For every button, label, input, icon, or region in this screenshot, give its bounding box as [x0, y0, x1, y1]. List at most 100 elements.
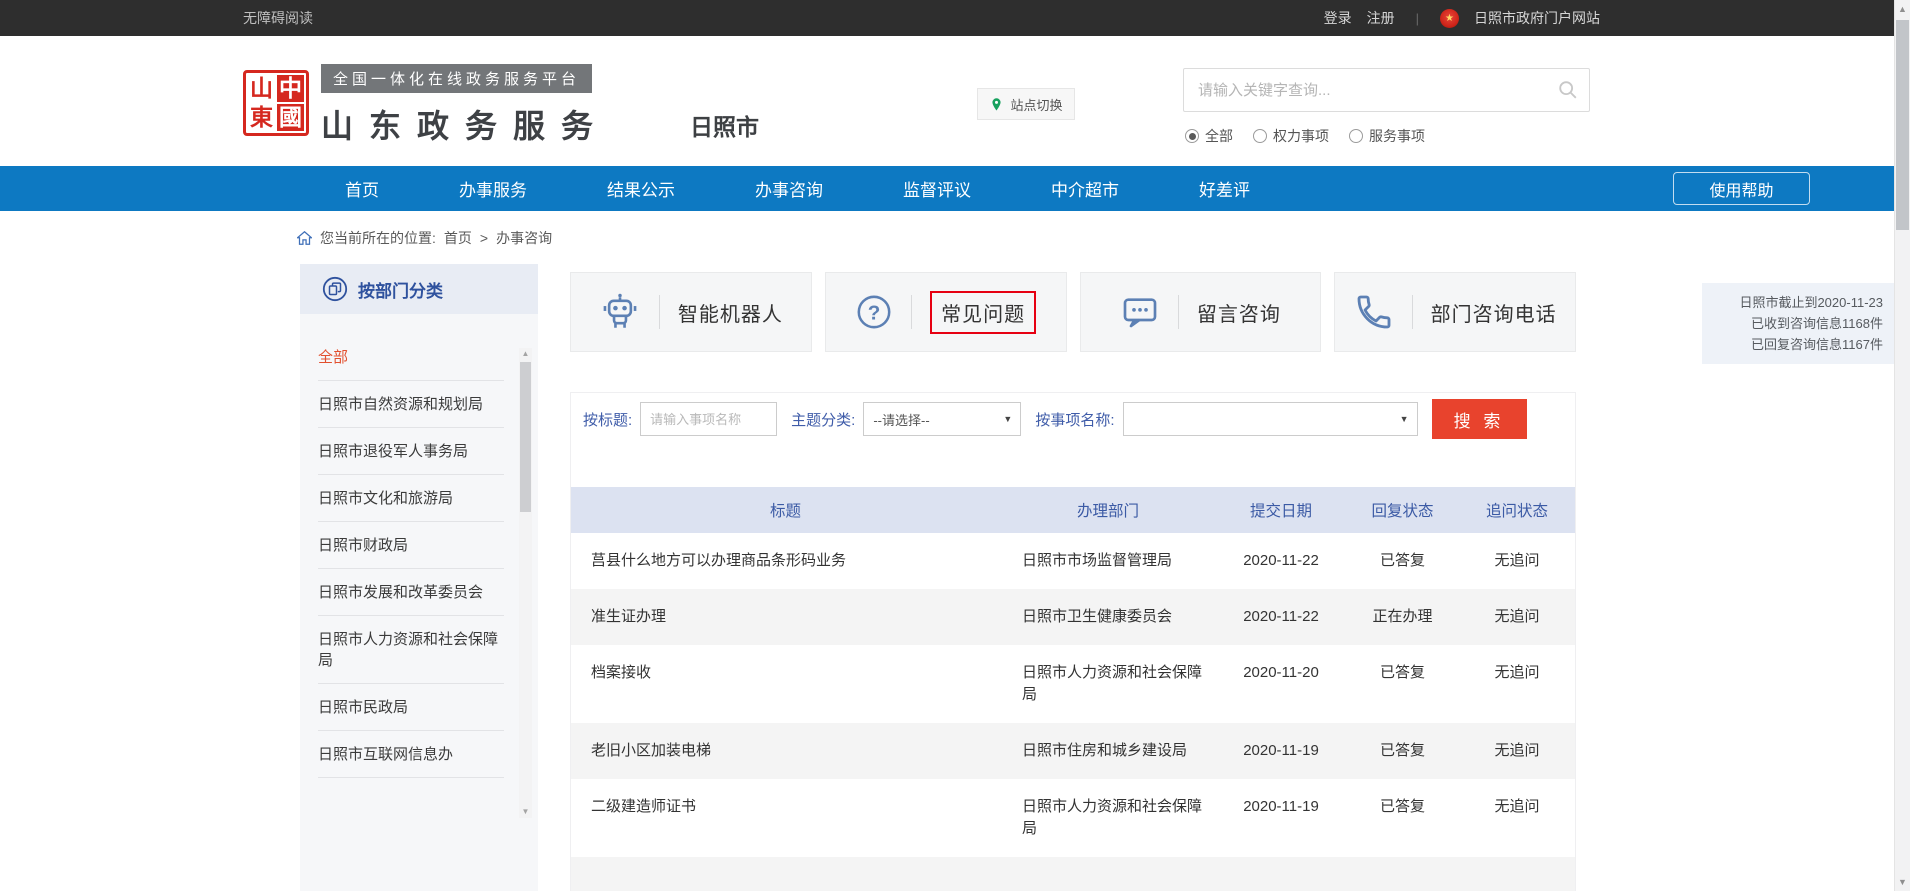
sidebar-header: 按部门分类	[300, 264, 538, 314]
scope-all[interactable]: 全部	[1185, 126, 1233, 146]
search-icon[interactable]	[1557, 79, 1579, 101]
cell-title[interactable]: 莒县什么地方可以办理商品条形码业务	[571, 533, 1000, 589]
scroll-up-icon[interactable]: ▲	[1895, 2, 1910, 16]
home-icon	[297, 231, 312, 245]
page-scroll-thumb[interactable]	[1896, 20, 1909, 230]
nav-item-consult[interactable]: 办事咨询	[755, 176, 823, 201]
breadcrumb-current[interactable]: 办事咨询	[496, 228, 552, 248]
nav-item-agency[interactable]: 中介超市	[1051, 176, 1119, 201]
seal-char: 國	[277, 104, 304, 131]
chevron-down-icon: ▼	[1003, 414, 1012, 424]
page: 无障碍阅读 登录 注册 | ★ 日照市政府门户网站 山 中 東 國 全国一体化在…	[0, 0, 1910, 891]
platform-badge: 全国一体化在线政务服务平台	[321, 64, 592, 93]
cell-date: 2020-11-22	[1216, 533, 1346, 589]
channel-message[interactable]: 留言咨询	[1080, 272, 1322, 352]
channel-faq-label: 常见问题	[930, 291, 1036, 334]
nav-item-rating[interactable]: 好差评	[1199, 176, 1250, 201]
sidebar-item[interactable]: 日照市财政局	[300, 522, 538, 569]
breadcrumb-home[interactable]: 首页	[444, 228, 472, 248]
help-button[interactable]: 使用帮助	[1673, 172, 1810, 205]
nav-item-services[interactable]: 办事服务	[459, 176, 527, 201]
channel-robot-label: 智能机器人	[678, 298, 783, 327]
cell-title[interactable]: 档案接收	[571, 645, 1000, 723]
cell-title[interactable]: 准生证办理	[571, 589, 1000, 645]
table-header: 标题 办理部门 提交日期 回复状态 追问状态	[571, 487, 1575, 533]
channel-phone-label: 部门咨询电话	[1431, 298, 1557, 327]
radio-icon[interactable]	[1349, 129, 1363, 143]
card-divider	[659, 295, 660, 329]
accessibility-link[interactable]: 无障碍阅读	[243, 8, 313, 28]
logo[interactable]: 山 中 東 國 全国一体化在线政务服务平台 山东政务服务	[243, 60, 609, 147]
scroll-down-icon[interactable]: ▼	[1895, 875, 1910, 889]
seal-char: 山	[248, 75, 275, 102]
nav-item-results[interactable]: 结果公示	[607, 176, 675, 201]
department-list: 全部 日照市自然资源和规划局 日照市退役军人事务局 日照市文化和旅游局 日照市财…	[300, 314, 538, 778]
channel-faq[interactable]: ? 常见问题	[825, 272, 1067, 352]
cell-date: 2020-11-20	[1216, 645, 1346, 723]
channel-phone[interactable]: 部门咨询电话	[1334, 272, 1576, 352]
scroll-up-icon[interactable]: ▲	[519, 348, 532, 360]
filter-name-select[interactable]: ▼	[1123, 402, 1418, 436]
topbar: 无障碍阅读 登录 注册 | ★ 日照市政府门户网站	[0, 0, 1910, 36]
scope-service[interactable]: 服务事项	[1349, 126, 1425, 146]
department-sidebar: 按部门分类 全部 日照市自然资源和规划局 日照市退役军人事务局 日照市文化和旅游…	[300, 264, 538, 891]
filter-category-select[interactable]: --请选择-- ▼	[863, 402, 1021, 436]
cell-date: 2020-11-22	[1216, 589, 1346, 645]
filter-category-value: --请选择--	[873, 410, 929, 429]
stats-line-3: 已回复咨询信息1167件	[1713, 334, 1883, 355]
breadcrumb: 您当前所在的位置: 首页 > 办事咨询	[0, 211, 1910, 264]
cell-follow: 无追问	[1459, 533, 1575, 589]
table-row[interactable]: 准生证办理 日照市卫生健康委员会 2020-11-22 正在办理 无追问	[571, 589, 1575, 645]
channel-robot[interactable]: 智能机器人	[570, 272, 812, 352]
table-row[interactable]: 档案接收 日照市人力资源和社会保障局 2020-11-20 已答复 无追问	[571, 645, 1575, 723]
cell-dept: 日照市住房和城乡建设局	[1000, 723, 1216, 779]
keyword-search	[1183, 68, 1590, 112]
cell-follow: 无追问	[1459, 589, 1575, 645]
sidebar-item[interactable]: 日照市文化和旅游局	[300, 475, 538, 522]
sidebar-item[interactable]: 日照市自然资源和规划局	[300, 381, 538, 428]
scope-power[interactable]: 权力事项	[1253, 126, 1329, 146]
city-name: 日照市	[690, 108, 759, 142]
cell-dept: 日照市卫生健康委员会	[1000, 589, 1216, 645]
nav-item-home[interactable]: 首页	[345, 176, 379, 201]
cell-title[interactable]: 二级建造师证书	[571, 779, 1000, 857]
sidebar-item[interactable]: 日照市发展和改革委员会	[300, 569, 538, 616]
sidebar-item[interactable]: 日照市人力资源和社会保障局	[300, 616, 538, 684]
sidebar-scroll-thumb[interactable]	[520, 362, 531, 512]
stats-line-1: 日照市截止到2020-11-23	[1713, 292, 1883, 313]
keyword-search-input[interactable]	[1184, 69, 1557, 111]
scroll-down-icon[interactable]: ▼	[519, 806, 532, 818]
table-row[interactable]: 莒县什么地方可以办理商品条形码业务 日照市市场监督管理局 2020-11-22 …	[571, 533, 1575, 589]
radio-icon[interactable]	[1253, 129, 1267, 143]
cell-dept: 日照市人力资源和社会保障局	[1000, 645, 1216, 723]
table-row-partial[interactable]	[571, 857, 1575, 891]
scope-all-label: 全部	[1205, 126, 1233, 146]
portal-link[interactable]: 日照市政府门户网站	[1474, 8, 1600, 28]
radio-selected-icon[interactable]	[1185, 129, 1199, 143]
scope-power-label: 权力事项	[1273, 126, 1329, 146]
shandong-seal-icon: 山 中 東 國	[243, 70, 309, 136]
sidebar-item[interactable]: 日照市互联网信息办	[300, 731, 538, 778]
register-link[interactable]: 注册	[1367, 8, 1395, 28]
nav-item-supervise[interactable]: 监督评议	[903, 176, 971, 201]
sidebar-item[interactable]: 日照市退役军人事务局	[300, 428, 538, 475]
filter-title-label: 按标题:	[583, 409, 632, 430]
location-pin-icon	[989, 97, 1004, 112]
sidebar-item[interactable]: 日照市民政局	[300, 684, 538, 731]
filter-name-label: 按事项名称:	[1035, 409, 1114, 430]
cell-title[interactable]: 老旧小区加装电梯	[571, 723, 1000, 779]
cell-dept: 日照市人力资源和社会保障局	[1000, 779, 1216, 857]
table-row[interactable]: 老旧小区加装电梯 日照市住房和城乡建设局 2020-11-19 已答复 无追问	[571, 723, 1575, 779]
chevron-down-icon: ▼	[1400, 414, 1409, 424]
login-link[interactable]: 登录	[1324, 8, 1352, 28]
filter-title-input[interactable]	[640, 402, 777, 436]
site-switch-button[interactable]: 站点切换	[977, 88, 1075, 120]
sidebar-scrollbar[interactable]: ▲ ▼	[519, 348, 532, 818]
page-scrollbar[interactable]: ▲ ▼	[1894, 0, 1910, 891]
consult-channels: 智能机器人 ? 常见问题 留	[570, 272, 1576, 352]
robot-icon	[599, 291, 641, 333]
search-button[interactable]: 搜 索	[1432, 399, 1527, 439]
table-row[interactable]: 二级建造师证书 日照市人力资源和社会保障局 2020-11-19 已答复 无追问	[571, 779, 1575, 857]
main-nav: 首页 办事服务 结果公示 办事咨询 监督评议 中介超市 好差评 使用帮助	[0, 166, 1910, 211]
sidebar-item-all[interactable]: 全部	[300, 334, 538, 381]
